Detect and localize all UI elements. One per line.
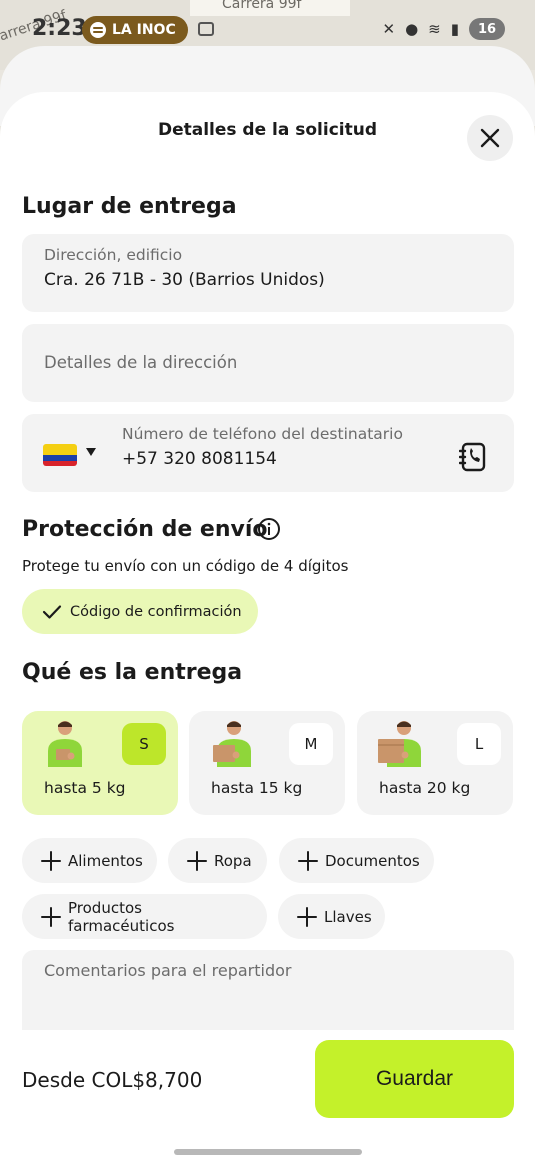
country-flag-icon[interactable]	[43, 444, 77, 466]
size-badge-l: L	[457, 723, 501, 765]
contact-book-icon[interactable]	[459, 442, 487, 472]
address-field[interactable]: Dirección, edificio Cra. 26 71B - 30 (Ba…	[22, 234, 514, 312]
size-weight-m: hasta 15 kg	[211, 779, 303, 797]
media-pill[interactable]: LA INOC	[82, 16, 188, 44]
size-card-m[interactable]: M hasta 15 kg	[189, 711, 345, 815]
tag-label: Alimentos	[68, 851, 143, 870]
address-value: Cra. 26 71B - 30 (Barrios Unidos)	[44, 270, 325, 290]
sheet-title: Detalles de la solicitud	[157, 120, 378, 140]
courier-comments-placeholder: Comentarios para el repartidor	[44, 961, 292, 980]
address-details-field[interactable]: Detalles de la dirección	[22, 324, 514, 402]
courier-medium-package-icon	[213, 721, 251, 767]
plus-icon	[296, 906, 318, 928]
plus-icon	[297, 850, 319, 872]
courier-small-package-icon	[48, 721, 82, 767]
info-icon[interactable]	[257, 517, 281, 541]
size-card-s[interactable]: S hasta 5 kg	[22, 711, 178, 815]
tag-llaves[interactable]: Llaves	[278, 894, 385, 939]
map-street-label: Carrera 99f	[222, 0, 302, 12]
status-time: 2:23	[32, 16, 87, 41]
tag-label: Llaves	[324, 907, 372, 926]
size-badge-m: M	[289, 723, 333, 765]
courier-comments-field[interactable]: Comentarios para el repartidor	[22, 950, 514, 1030]
media-label: LA INOC	[112, 22, 176, 38]
tag-productos-farmaceuticos[interactable]: Productos farmacéuticos	[22, 894, 267, 939]
size-weight-l: hasta 20 kg	[379, 779, 471, 797]
phone-field[interactable]: Número de teléfono del destinatario +57 …	[22, 414, 514, 492]
delivery-place-heading: Lugar de entrega	[22, 194, 237, 219]
size-weight-s: hasta 5 kg	[44, 779, 126, 797]
tag-documentos[interactable]: Documentos	[279, 838, 434, 883]
size-card-l[interactable]: L hasta 20 kg	[357, 711, 513, 815]
courier-large-package-icon	[378, 721, 421, 767]
phone-value: +57 320 8081154	[122, 449, 277, 469]
address-label: Dirección, edificio	[44, 246, 183, 264]
protection-heading: Protección de envío	[22, 517, 268, 542]
tag-label: Ropa	[214, 851, 252, 870]
wifi-icon: ≋	[428, 20, 441, 38]
location-icon: ●	[405, 20, 419, 38]
signal-icon: ▮	[450, 20, 459, 38]
address-details-placeholder: Detalles de la dirección	[44, 353, 238, 372]
checkmark-icon	[42, 604, 62, 619]
tag-label: Productos farmacéuticos	[68, 898, 175, 935]
tag-alimentos[interactable]: Alimentos	[22, 838, 157, 883]
mute-icon: ✕	[382, 20, 396, 38]
close-button[interactable]	[467, 115, 513, 161]
tag-ropa[interactable]: Ropa	[168, 838, 267, 883]
save-button[interactable]: Guardar	[315, 1040, 514, 1118]
home-indicator[interactable]	[174, 1149, 362, 1155]
what-delivery-heading: Qué es la entrega	[22, 660, 243, 685]
plus-icon	[186, 850, 208, 872]
status-bar: 2:23 LA INOC ✕ ● ≋ ▮ 16	[0, 14, 535, 46]
phone-label: Número de teléfono del destinatario	[122, 425, 403, 443]
confirmation-code-chip[interactable]: Código de confirmación	[22, 589, 258, 634]
close-icon	[480, 128, 500, 148]
size-badge-s: S	[122, 723, 166, 765]
cast-icon	[198, 22, 214, 36]
battery-icon: 16	[469, 18, 505, 40]
confirmation-code-label: Código de confirmación	[70, 603, 242, 620]
protection-description: Protege tu envío con un código de 4 dígi…	[22, 557, 349, 575]
plus-icon	[40, 906, 62, 928]
plus-icon	[40, 850, 62, 872]
spotify-icon	[90, 22, 106, 38]
price-label: Desde COL$8,700	[22, 1068, 203, 1092]
status-icons: ✕ ● ≋ ▮ 16	[382, 18, 505, 40]
tag-label: Documentos	[325, 851, 420, 870]
chevron-down-icon[interactable]	[86, 448, 96, 456]
